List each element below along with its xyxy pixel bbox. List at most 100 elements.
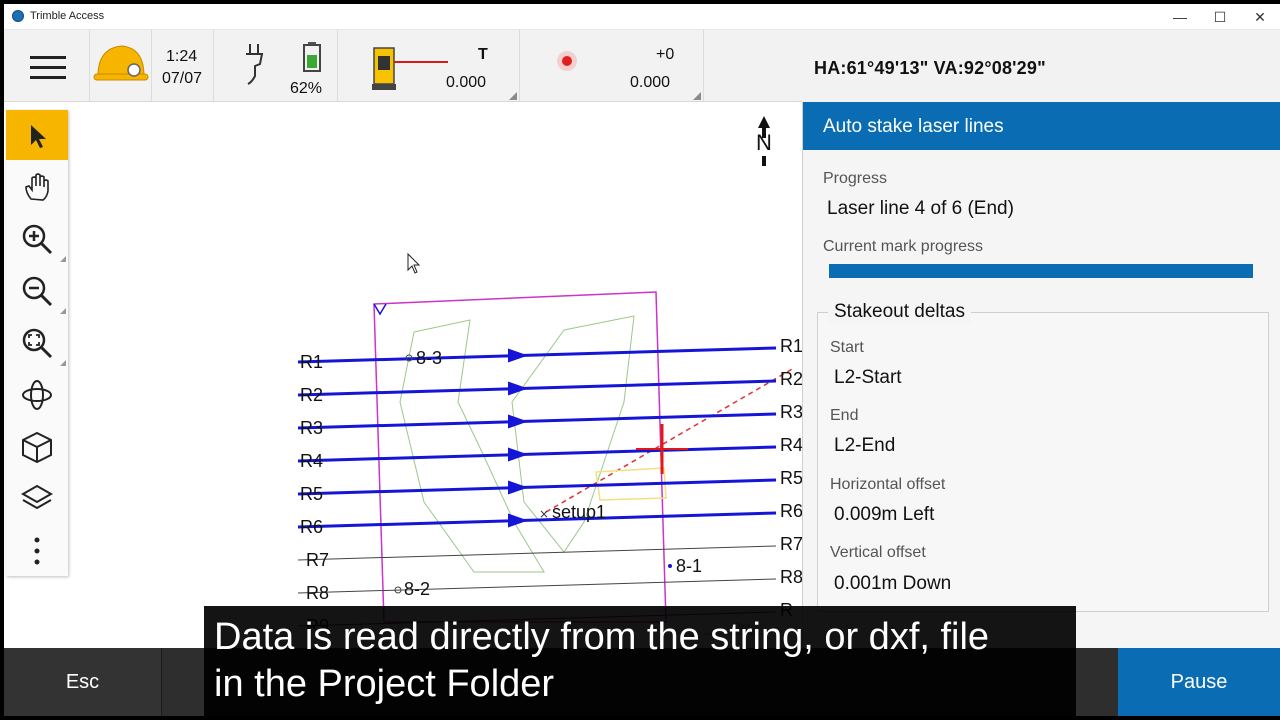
orbit-icon (22, 380, 52, 410)
date-text: 07/07 (162, 70, 203, 87)
point-label-8-3: 8-3 (416, 348, 443, 368)
job-status-button[interactable] (90, 30, 152, 102)
row-label-left: R6 (300, 517, 324, 537)
select-tool-button[interactable] (6, 110, 68, 160)
battery-icon (303, 42, 321, 72)
target-status-button[interactable]: +0 0.000 (520, 30, 704, 102)
caption-line-1: Data is read directly from the string, o… (214, 616, 990, 658)
row-label-right: R3 (780, 402, 802, 422)
stakeout-panel: Auto stake laser lines Progress Laser li… (802, 102, 1280, 648)
predefined-view-button[interactable] (6, 422, 68, 472)
start-label: Start (830, 339, 864, 356)
row-label-right: R7 (780, 534, 802, 554)
instrument-status-button[interactable]: T 0.000 (338, 30, 520, 102)
time-date-display: 1:24 07/07 (152, 30, 214, 102)
expand-corner-icon (60, 360, 66, 366)
row-label-right: R2 (780, 369, 802, 389)
expand-corner-icon (60, 256, 66, 262)
row-label-left: R5 (300, 484, 324, 504)
time-text: 1:24 (166, 48, 198, 65)
map-toolbar (6, 110, 68, 576)
zoom-out-button[interactable] (6, 266, 68, 316)
maximize-button[interactable]: ☐ (1200, 4, 1240, 30)
window-title: Trimble Access (30, 10, 105, 22)
point-label-8-2: 8-2 (404, 579, 431, 599)
expand-corner-icon (60, 308, 66, 314)
zoom-out-icon (22, 276, 53, 307)
row-label-left: R1 (300, 352, 324, 372)
zoom-in-icon (22, 224, 53, 255)
offset-value: 0.000 (630, 74, 671, 91)
power-status[interactable]: 62% (214, 30, 338, 102)
laser-line (297, 545, 777, 561)
layers-icon (20, 484, 54, 510)
more-vertical-icon (34, 537, 40, 565)
laser-line (297, 412, 777, 430)
pointer-arrow-icon (31, 125, 46, 148)
row-label-right: R6 (780, 501, 802, 521)
row-label-right: R5 (780, 468, 802, 488)
mark-progress-fill (829, 264, 1253, 278)
title-bar: Trimble Access — ☐ ✕ (4, 4, 1280, 30)
laser-line (297, 578, 777, 594)
power-plug-icon (246, 44, 264, 85)
setup-label: setup1 (552, 502, 607, 522)
panel-header: Auto stake laser lines (803, 102, 1280, 150)
angle-text: HA:61°49'13" VA:92°08'29" (814, 58, 1046, 78)
row-label-right: R1 (780, 336, 802, 356)
horizontal-offset-label: Horizontal offset (830, 476, 946, 493)
laser-line (297, 478, 777, 496)
battery-percent: 62% (290, 80, 323, 97)
row-label-left: R8 (306, 583, 330, 603)
pan-tool-button[interactable] (6, 162, 68, 212)
expand-corner-icon (509, 92, 517, 100)
direction-arrow-icon (508, 414, 528, 429)
orbit-tool-button[interactable] (6, 370, 68, 420)
mouse-cursor-icon (407, 252, 421, 274)
target-label: T (478, 46, 488, 63)
boundary-ticks (373, 303, 387, 316)
row-label-left: R4 (300, 451, 324, 471)
laser-line (297, 445, 777, 463)
progress-value: Laser line 4 of 6 (End) (827, 198, 1014, 219)
menu-button[interactable] (4, 30, 90, 102)
pause-button[interactable]: Pause (1118, 648, 1280, 716)
esc-button[interactable]: Esc (4, 648, 162, 716)
panel-title: Auto stake laser lines (823, 116, 1004, 137)
cube-icon (22, 431, 52, 464)
layers-button[interactable] (6, 474, 68, 524)
row-label-left: R3 (300, 418, 324, 438)
more-options-button[interactable] (6, 526, 68, 576)
setup-sightline (545, 367, 795, 513)
row-label-right: R4 (780, 435, 802, 455)
laser-line (297, 379, 777, 397)
caption-line-2: in the Project Folder (214, 663, 555, 705)
hamburger-menu-icon (30, 56, 66, 79)
video-caption: Data is read directly from the string, o… (204, 606, 1076, 716)
offset-label: +0 (656, 46, 675, 63)
laser-line (297, 346, 777, 364)
mark-progress-label: Current mark progress (823, 238, 984, 255)
expand-corner-icon (693, 92, 701, 100)
minimize-button[interactable]: — (1160, 4, 1200, 30)
zoom-in-button[interactable] (6, 214, 68, 264)
hard-hat-icon (93, 45, 149, 81)
north-label: N (756, 130, 772, 155)
end-label: End (830, 407, 859, 424)
hand-icon (25, 173, 49, 201)
direction-arrow-icon (508, 513, 528, 528)
horizontal-offset-value: 0.009m Left (834, 504, 935, 525)
zoom-extents-button[interactable] (6, 318, 68, 368)
point-label-8-1: 8-1 (676, 556, 703, 576)
row-label-right: R8 (780, 567, 802, 587)
map-view[interactable]: × R1R1R2R2R3R3R4R4R5R5R6R6R7R7R8R8R9R N … (4, 102, 802, 648)
laser-dot-icon (557, 51, 577, 71)
progress-label: Progress (823, 170, 888, 187)
close-button[interactable]: ✕ (1240, 4, 1280, 30)
mark-progress-bar (829, 264, 1253, 278)
zoom-extents-icon (22, 328, 53, 359)
direction-arrow-icon (508, 480, 528, 495)
deltas-title: Stakeout deltas (828, 301, 971, 323)
row-label-left: R2 (300, 385, 324, 405)
angle-readout: HA:61°49'13" VA:92°08'29" (802, 30, 1280, 102)
